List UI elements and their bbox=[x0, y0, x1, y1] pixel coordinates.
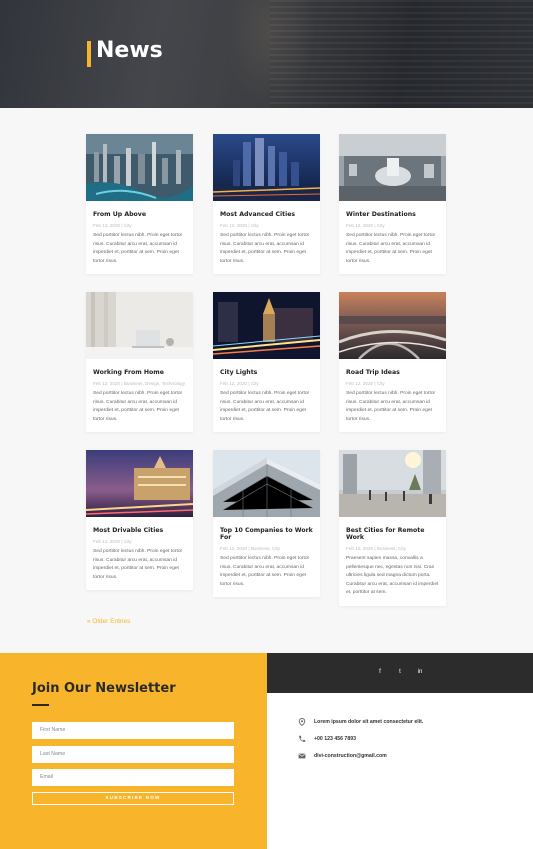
twitter-icon[interactable]: t bbox=[395, 667, 405, 677]
post-thumbnail[interactable] bbox=[86, 450, 193, 517]
post-meta: Feb 12, 2020 | Business, City bbox=[220, 546, 280, 551]
post-meta: Feb 12, 2020 | City bbox=[93, 539, 132, 544]
post-excerpt: Sed porttitor lectus nibh. Proin eget to… bbox=[220, 556, 310, 587]
post-card[interactable]: Working From Home Feb 12, 2020 | Busines… bbox=[86, 292, 193, 432]
post-card[interactable]: City Lights Feb 12, 2020 | City Sed port… bbox=[213, 292, 320, 432]
post-meta: Feb 12, 2020 | Business, City bbox=[346, 546, 406, 551]
linkedin-icon[interactable]: in bbox=[415, 667, 425, 677]
phone-icon bbox=[299, 735, 306, 742]
post-card[interactable]: Top 10 Companies to Work For Feb 12, 202… bbox=[213, 450, 320, 597]
post-excerpt: Sed porttitor lectus nibh. Proin eget to… bbox=[93, 549, 183, 580]
post-thumbnail[interactable] bbox=[339, 134, 446, 201]
location-pin-icon bbox=[298, 718, 306, 726]
post-meta: Feb 12, 2020 | City bbox=[346, 223, 385, 228]
post-thumbnail[interactable] bbox=[86, 292, 193, 359]
post-thumbnail[interactable] bbox=[339, 450, 446, 517]
post-thumbnail[interactable] bbox=[213, 292, 320, 359]
envelope-icon bbox=[298, 753, 306, 759]
post-title[interactable]: Working From Home bbox=[93, 369, 187, 376]
post-excerpt: Sed porttitor lectus nibh. Proin eget to… bbox=[346, 391, 436, 422]
first-name-field[interactable]: First Name bbox=[32, 722, 234, 739]
facebook-icon[interactable]: f bbox=[375, 667, 385, 677]
post-title[interactable]: Best Cities for Remote Work bbox=[346, 527, 440, 541]
post-excerpt: Sed porttitor lectus nibh. Proin eget to… bbox=[220, 233, 310, 264]
post-card[interactable]: Best Cities for Remote Work Feb 12, 2020… bbox=[339, 450, 446, 606]
post-excerpt: Sed porttitor lectus nibh. Proin eget to… bbox=[93, 391, 183, 422]
address-text: Lorem ipsum dolor sit amet consectetur e… bbox=[314, 719, 424, 725]
post-title[interactable]: City Lights bbox=[220, 369, 314, 376]
post-thumbnail[interactable] bbox=[339, 292, 446, 359]
post-excerpt: Sed porttitor lectus nibh. Proin eget to… bbox=[346, 233, 436, 264]
page-title: News bbox=[96, 38, 163, 63]
post-excerpt: Sed porttitor lectus nibh. Proin eget to… bbox=[220, 391, 310, 422]
newsletter-title: Join Our Newsletter bbox=[32, 681, 176, 696]
post-meta: Feb 12, 2020 | City bbox=[220, 381, 259, 386]
email-field[interactable]: Email bbox=[32, 769, 234, 786]
post-meta: Feb 12, 2020 | City bbox=[93, 223, 132, 228]
post-title[interactable]: Road Trip Ideas bbox=[346, 369, 440, 376]
post-card[interactable]: Winter Destinations Feb 12, 2020 | City … bbox=[339, 134, 446, 274]
email-text[interactable]: divi-construction@gmail.com bbox=[314, 752, 387, 760]
post-excerpt: Praesent sapien massa, convallis a pelle… bbox=[346, 556, 439, 595]
subscribe-button[interactable]: SUBSCRIBE NOW bbox=[32, 792, 234, 805]
contact-section bbox=[267, 693, 533, 849]
post-thumbnail[interactable] bbox=[213, 450, 320, 517]
title-accent-bar bbox=[87, 41, 91, 67]
post-card[interactable]: Most Drivable Cities Feb 12, 2020 | City… bbox=[86, 450, 193, 590]
post-title[interactable]: Most Drivable Cities bbox=[93, 527, 187, 534]
phone-text[interactable]: +00 123 456 7893 bbox=[314, 735, 356, 743]
post-title[interactable]: Top 10 Companies to Work For bbox=[220, 527, 314, 541]
post-card[interactable]: From Up Above Feb 12, 2020 | City Sed po… bbox=[86, 134, 193, 274]
last-name-field[interactable]: Last Name bbox=[32, 746, 234, 763]
post-title[interactable]: From Up Above bbox=[93, 211, 187, 218]
post-title[interactable]: Winter Destinations bbox=[346, 211, 440, 218]
newsletter-divider bbox=[32, 704, 49, 706]
post-meta: Feb 12, 2020 | Business, Design, Technol… bbox=[93, 381, 186, 386]
older-entries-link[interactable]: « Older Entries bbox=[87, 618, 130, 625]
post-thumbnail[interactable] bbox=[213, 134, 320, 201]
post-title[interactable]: Most Advanced Cities bbox=[220, 211, 314, 218]
post-card[interactable]: Road Trip Ideas Feb 12, 2020 | City Sed … bbox=[339, 292, 446, 432]
post-thumbnail[interactable] bbox=[86, 134, 193, 201]
post-meta: Feb 12, 2020 | City bbox=[346, 381, 385, 386]
hero-banner: News bbox=[0, 0, 533, 108]
post-card[interactable]: Most Advanced Cities Feb 12, 2020 | City… bbox=[213, 134, 320, 274]
post-meta: Feb 12, 2020 | City bbox=[220, 223, 259, 228]
post-excerpt: Sed porttitor lectus nibh. Proin eget to… bbox=[93, 233, 183, 264]
